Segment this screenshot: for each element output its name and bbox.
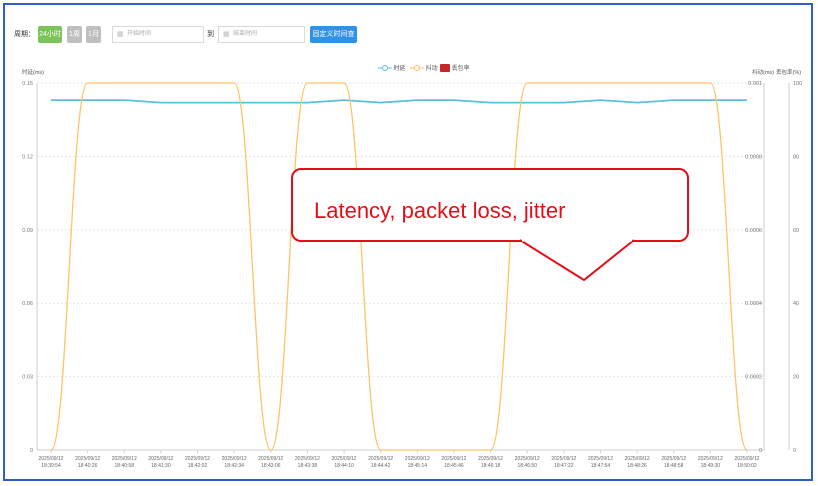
callout-text: Latency, packet loss, jitter [314,198,566,223]
callout-tail [519,238,635,282]
